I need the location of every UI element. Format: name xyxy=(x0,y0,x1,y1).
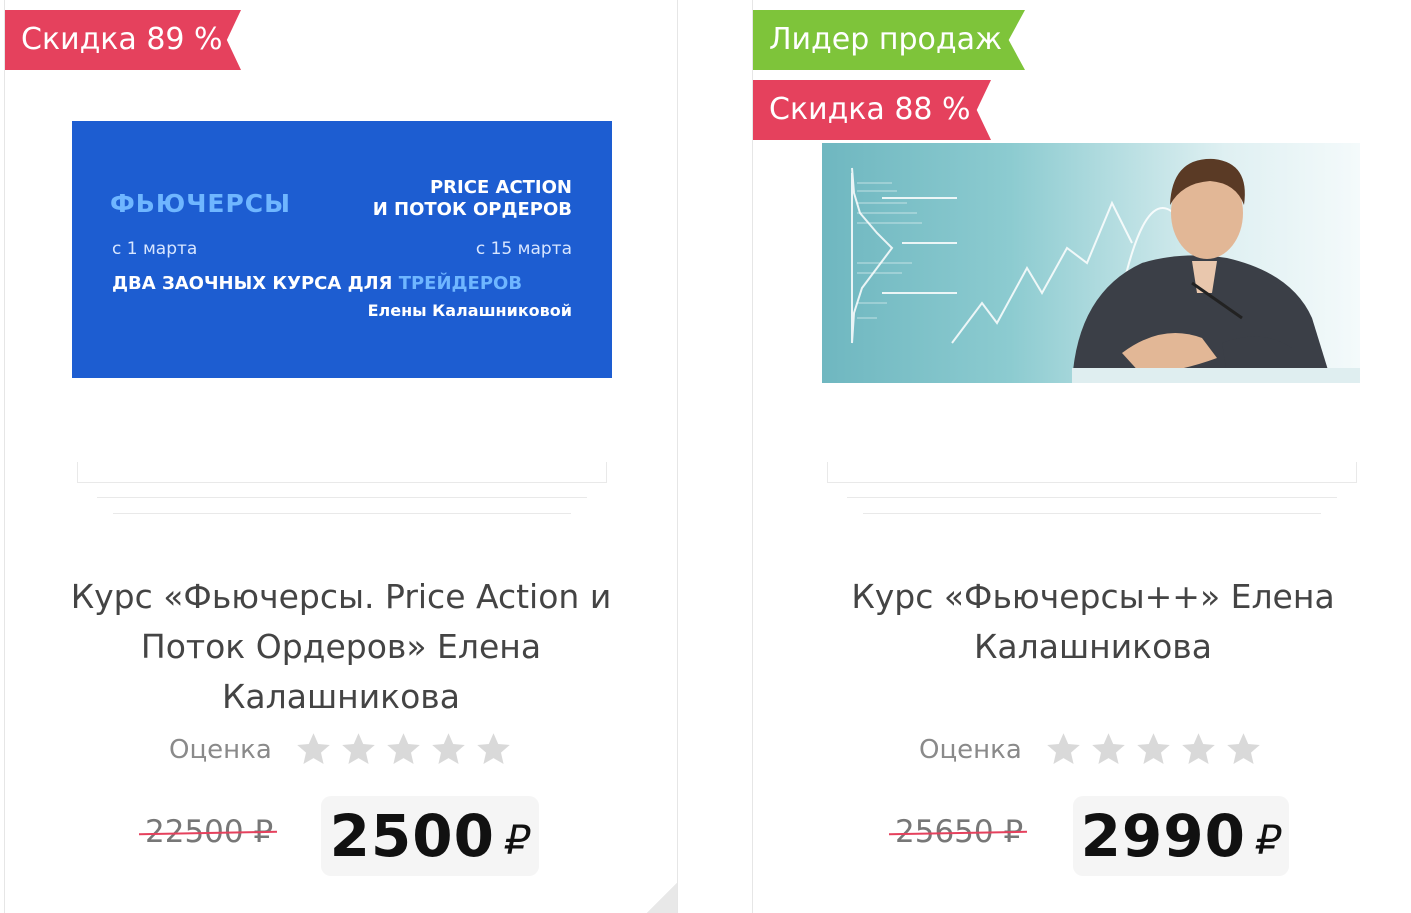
banner-pa-line1: PRICE ACTION xyxy=(429,177,572,198)
star-icon[interactable] xyxy=(1134,730,1173,769)
divider-stack xyxy=(77,462,78,482)
current-price: 2500 ₽ xyxy=(321,796,539,876)
divider-stack xyxy=(863,513,1321,514)
rating-stars[interactable] xyxy=(1044,730,1263,769)
star-icon[interactable] xyxy=(1179,730,1218,769)
product-card-2[interactable]: Лидер продаж Скидка 88 % Курс «Фьючерсы+… xyxy=(752,0,1411,913)
divider-stack xyxy=(77,482,607,483)
discount-badge: Скидка 89 % xyxy=(5,10,241,70)
currency-symbol: ₽ xyxy=(1256,818,1282,864)
banner-traders-text: ТРЕЙДЕРОВ xyxy=(398,273,523,294)
discount-badge: Скидка 88 % xyxy=(753,80,991,140)
divider-stack xyxy=(1356,462,1357,482)
rating[interactable]: Оценка xyxy=(169,730,513,769)
product-title[interactable]: Курс «Фьючерсы. Price Action и Поток Орд… xyxy=(61,572,621,722)
bestseller-badge: Лидер продаж xyxy=(753,10,1025,70)
divider-stack xyxy=(827,482,1357,483)
price-value: 2500 xyxy=(329,802,495,870)
banner-two-courses: ДВА ЗАОЧНЫХ КУРСА ДЛЯ ТРЕЙДЕРОВ xyxy=(112,273,522,294)
card-corner-fold xyxy=(647,883,677,913)
star-icon[interactable] xyxy=(1044,730,1083,769)
rating[interactable]: Оценка xyxy=(919,730,1263,769)
star-icon[interactable] xyxy=(474,730,513,769)
banner-date-left: с 1 марта xyxy=(112,239,198,259)
rating-stars[interactable] xyxy=(294,730,513,769)
banner-futures-text: ФЬЮЧЕРСЫ xyxy=(110,189,292,218)
divider-stack xyxy=(97,497,587,498)
star-icon[interactable] xyxy=(294,730,333,769)
product-title[interactable]: Курс «Фьючерсы++» Елена Калашникова xyxy=(823,572,1363,672)
banner-pa-line2: И ПОТОК ОРДЕРОВ xyxy=(372,199,572,220)
rating-label: Оценка xyxy=(919,734,1022,765)
banner-two-courses-text: ДВА ЗАОЧНЫХ КУРСА ДЛЯ xyxy=(112,273,393,294)
star-icon[interactable] xyxy=(429,730,468,769)
banner-date-right: с 15 марта xyxy=(475,239,572,259)
chart-illustration xyxy=(851,158,1360,383)
divider-stack xyxy=(113,513,571,514)
product-card-1[interactable]: Скидка 89 % ФЬЮЧЕРСЫ PRICE ACTION И ПОТО… xyxy=(4,0,678,913)
banner-author: Елены Калашниковой xyxy=(367,301,572,320)
rating-label: Оценка xyxy=(169,734,272,765)
divider-stack xyxy=(606,462,607,482)
price-value: 2990 xyxy=(1080,802,1246,870)
divider-stack xyxy=(847,497,1337,498)
product-image[interactable] xyxy=(822,143,1360,383)
star-icon[interactable] xyxy=(339,730,378,769)
old-price: 25650 ₽ xyxy=(895,814,1024,850)
product-image[interactable]: ФЬЮЧЕРСЫ PRICE ACTION И ПОТОК ОРДЕРОВ с … xyxy=(72,121,612,378)
divider-stack xyxy=(827,462,828,482)
old-price: 22500 ₽ xyxy=(145,814,274,850)
banner-price-action-text: PRICE ACTION И ПОТОК ОРДЕРОВ xyxy=(373,177,572,221)
currency-symbol: ₽ xyxy=(505,818,531,864)
star-icon[interactable] xyxy=(1224,730,1263,769)
man-figure xyxy=(1072,158,1360,383)
star-icon[interactable] xyxy=(1089,730,1128,769)
star-icon[interactable] xyxy=(384,730,423,769)
current-price: 2990 ₽ xyxy=(1073,796,1289,876)
